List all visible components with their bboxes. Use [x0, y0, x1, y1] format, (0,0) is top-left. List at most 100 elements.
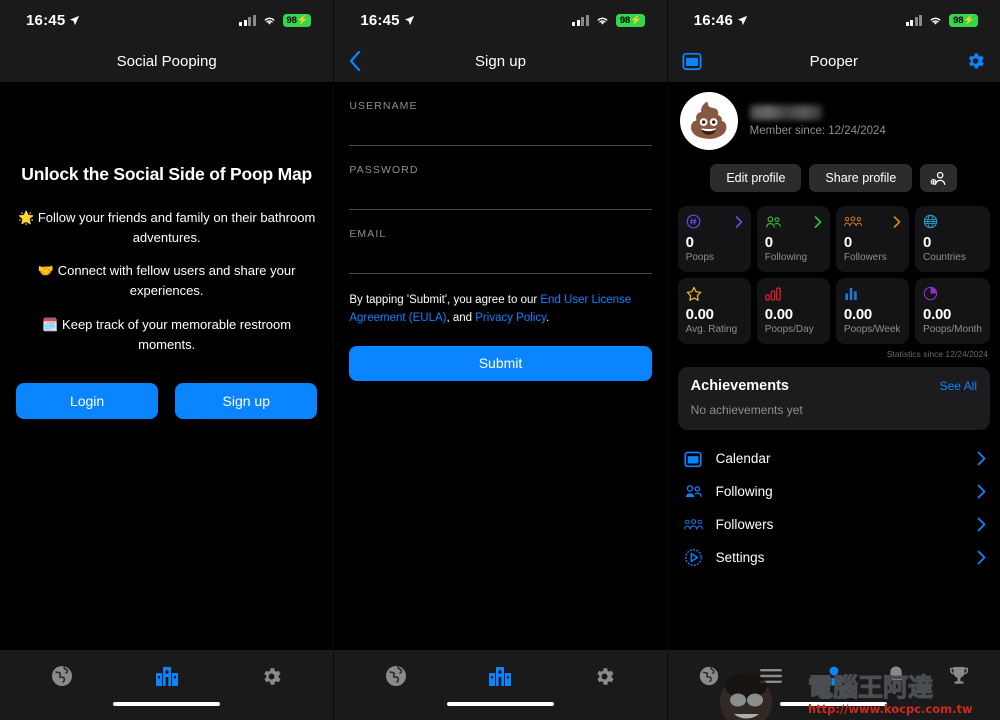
menu-label: Followers: [715, 517, 774, 532]
chevron-right-icon: [977, 550, 986, 565]
location-arrow-icon: [404, 15, 414, 25]
menu-item-following[interactable]: Following: [678, 475, 990, 508]
email-label: EMAIL: [349, 228, 387, 240]
calendar-emoji-icon: 🗓️: [42, 316, 59, 332]
chevron-left-icon: [350, 50, 361, 72]
password-input[interactable]: [349, 176, 652, 210]
back-button[interactable]: [348, 50, 362, 72]
terms-text: By tapping 'Submit', you agree to our En…: [349, 292, 651, 328]
menu-icon: [760, 669, 783, 683]
submit-button[interactable]: Submit: [349, 345, 652, 381]
signup-button[interactable]: Sign up: [175, 382, 318, 419]
field-username: USERNAME: [349, 100, 652, 146]
stat-value: 0.00: [923, 306, 952, 323]
stat-card-poops-day[interactable]: 0.00 Poops/Day: [756, 278, 830, 344]
chevron-right-icon: [977, 517, 986, 532]
home-indicator: [113, 702, 221, 706]
status-time-text: 16:46: [693, 11, 734, 29]
terms-middle: , and: [446, 311, 476, 324]
see-all-link[interactable]: See All: [940, 379, 977, 393]
add-friend-button[interactable]: [920, 164, 958, 192]
bar-chart-blue-icon: [845, 287, 857, 300]
email-input[interactable]: [349, 240, 652, 274]
tab-settings[interactable]: [219, 650, 323, 702]
tab-globe[interactable]: [678, 650, 740, 702]
stat-card-followers[interactable]: 0 Followers: [835, 206, 910, 272]
home-indicator: [780, 702, 888, 706]
stat-label: Poops/Day: [764, 324, 814, 335]
edit-profile-button[interactable]: Edit profile: [710, 164, 802, 192]
screen-signup: 16:45 98 ⚡ Sign up USERNAME PASSWORD EMA…: [333, 0, 667, 720]
calendar-icon: [684, 450, 703, 468]
stat-card-poops-week[interactable]: 0.00 Poops/Week: [835, 278, 910, 344]
signup-form: USERNAME PASSWORD EMAIL By tapping 'Subm…: [334, 82, 666, 381]
profile-menu: Calendar Following Followers Settings: [678, 442, 990, 574]
globe-icon: [923, 214, 938, 229]
star-emoji-icon: 🌟: [18, 209, 35, 225]
privacy-policy-link[interactable]: Privacy Policy: [475, 312, 546, 324]
stat-card-poops[interactable]: 0 Poops: [677, 206, 751, 272]
home-indicator-area: [0, 702, 334, 720]
feature-text: Connect with fellow users and share your…: [57, 263, 296, 299]
battery-level: 98: [953, 14, 964, 26]
map-icon: [155, 667, 178, 686]
status-bar: 16:45 98 ⚡: [0, 0, 334, 40]
map-icon: [489, 667, 512, 686]
battery-indicator: 98 ⚡: [282, 13, 312, 27]
globe-icon: [699, 666, 719, 686]
stat-card-following[interactable]: 0 Following: [756, 206, 830, 272]
stat-value: 0: [843, 234, 852, 251]
page-title: Pooper: [809, 52, 858, 70]
status-indicators: 98 ⚡: [572, 13, 645, 27]
tab-leaderboard[interactable]: [928, 650, 990, 702]
tab-notifications[interactable]: [865, 650, 927, 702]
person-icon: [825, 666, 843, 686]
gear-icon: [968, 53, 984, 69]
menu-item-followers[interactable]: Followers: [678, 508, 990, 541]
pie-chart-icon: [923, 286, 938, 301]
stat-card-avg-rating[interactable]: 0.00 Avg. Rating: [677, 278, 751, 344]
stat-value: 0: [923, 234, 932, 251]
home-indicator-area: [667, 702, 1000, 720]
handshake-emoji-icon: 🤝: [37, 263, 55, 279]
tab-settings[interactable]: [553, 650, 657, 702]
nav-bar-profile: Pooper: [667, 40, 1000, 82]
member-since-text: Member since: 12/24/2024: [749, 125, 886, 137]
username-label: USERNAME: [349, 100, 418, 112]
stat-card-poops-month[interactable]: 0.00 Poops/Month: [915, 278, 990, 344]
feature-item: 🤝 Connect with fellow users and share yo…: [14, 261, 319, 301]
trophy-icon: [949, 667, 968, 684]
login-button[interactable]: Login: [16, 382, 159, 419]
screenshot-root: 16:45 98 ⚡ Social Pooping Unlock the Soci…: [0, 0, 1000, 720]
stat-label: Followers: [843, 252, 887, 263]
tab-map[interactable]: [114, 650, 218, 702]
cellular-signal-icon: [239, 14, 256, 26]
tab-globe[interactable]: [344, 650, 448, 702]
cellular-signal-icon: [572, 14, 589, 26]
status-indicators: 98 ⚡: [905, 13, 978, 27]
tab-profile[interactable]: [803, 650, 865, 702]
tab-map[interactable]: [448, 650, 552, 702]
stat-label: Poops/Week: [843, 324, 901, 335]
profile-identity: Member since: 12/24/2024: [749, 105, 886, 137]
stat-card-countries[interactable]: 0 Countries: [915, 206, 990, 272]
group-icon: [844, 216, 862, 227]
stat-label: Poops/Month: [923, 324, 982, 335]
hash-circle-icon: [686, 214, 701, 229]
field-password: PASSWORD: [349, 164, 652, 210]
status-time-text: 16:45: [360, 11, 400, 29]
calendar-button[interactable]: [682, 51, 702, 71]
tab-globe[interactable]: [10, 650, 114, 702]
avatar[interactable]: 💩: [679, 92, 738, 150]
username-input[interactable]: [349, 112, 652, 146]
settings-button[interactable]: [965, 51, 986, 72]
share-profile-button[interactable]: Share profile: [809, 164, 913, 192]
menu-item-calendar[interactable]: Calendar: [678, 442, 990, 475]
chevron-right-icon: [977, 451, 986, 466]
menu-item-settings[interactable]: Settings: [678, 541, 990, 574]
stat-label: Avg. Rating: [685, 324, 738, 335]
auth-button-row: Login Sign up: [14, 382, 319, 419]
settings-icon: [684, 548, 703, 567]
tab-menu[interactable]: [740, 650, 802, 702]
poop-emoji-icon: 💩: [687, 102, 730, 140]
